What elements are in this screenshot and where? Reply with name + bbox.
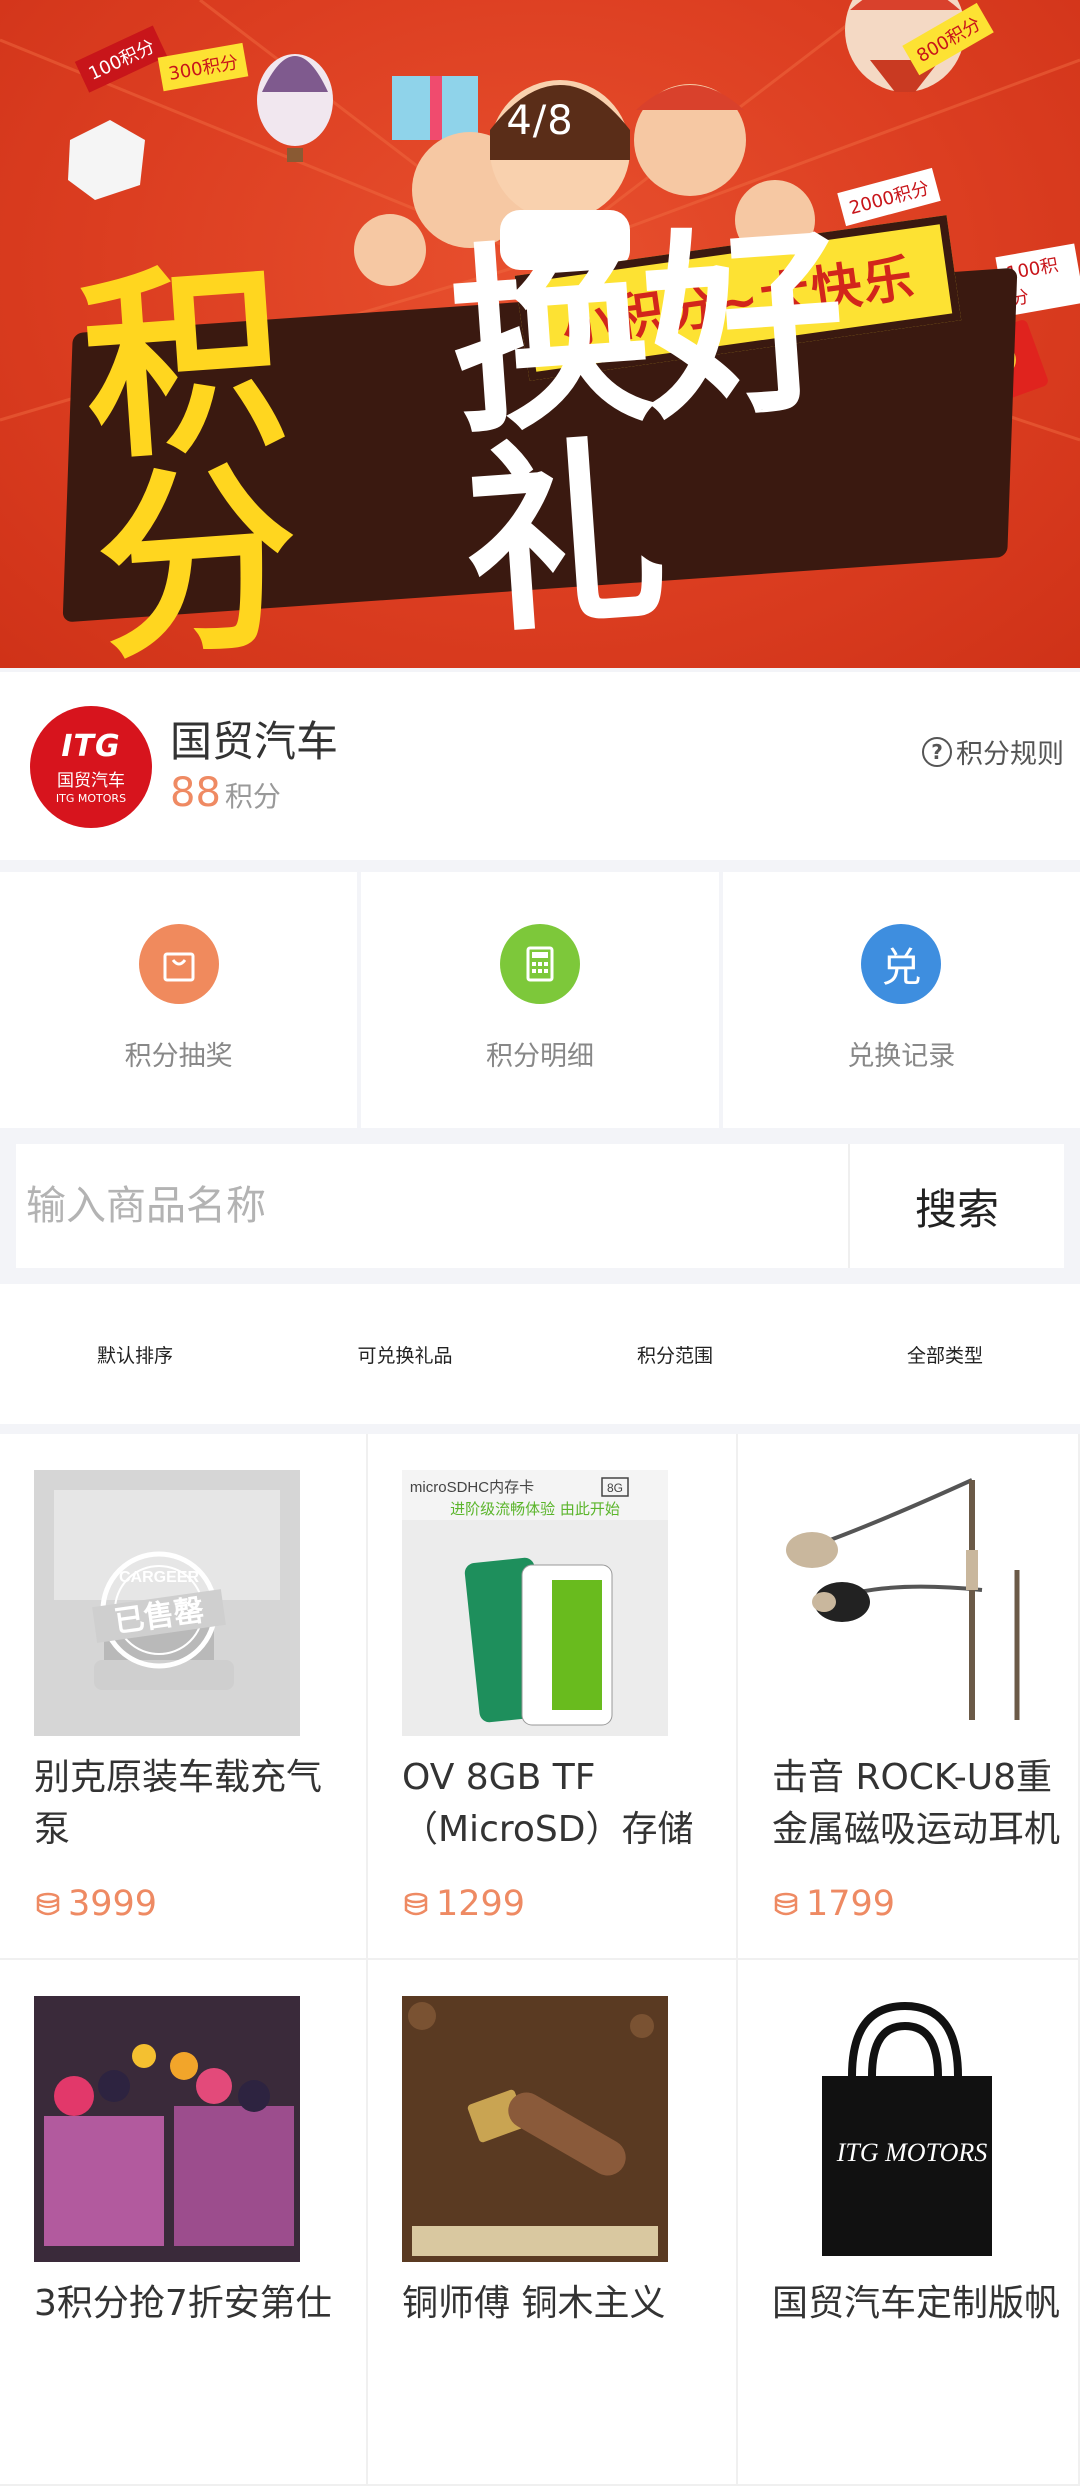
question-icon: ? [922, 736, 952, 767]
product-grid: CARGEER 已售罄 别克原装车载充气泵 3999 microSDHC内存卡 … [0, 1434, 1080, 2486]
product-card[interactable]: CARGEER 已售罄 别克原装车载充气泵 3999 [0, 1434, 368, 1960]
product-card[interactable]: 击音 ROCK-U8重金属磁吸运动耳机 1799 [738, 1434, 1080, 1960]
logo-cn-text: 国贸汽车 [57, 771, 125, 791]
shortcut-label: 积分抽奖 [124, 1041, 233, 1072]
search-button[interactable]: 搜索 [848, 1144, 1064, 1268]
image-brand: ITG MOTORS [836, 2138, 987, 2167]
stamp-brand: CARGEER [119, 1569, 199, 1586]
product-title: 3积分抢7折安第仕 [34, 2283, 332, 2324]
points-rules-label: 积分规则 [956, 739, 1064, 770]
carousel-counter: 4/8 [506, 98, 574, 144]
price-value: 1299 [436, 1884, 526, 1924]
banner-headline: 积分 换好礼 [76, 203, 1018, 668]
product-card[interactable]: 3积分抢7折安第仕 [0, 1960, 368, 2486]
shortcut-row: 积分抽奖 积分明细 兑 兑换记录 [0, 872, 1080, 1128]
points-rules-link[interactable]: ? 积分规则 [922, 732, 1064, 771]
image-tagline: 进阶级流畅体验 由此开始 [450, 1500, 620, 1518]
exchange-icon: 兑 [861, 924, 942, 1004]
filter-default-sort[interactable]: 默认排序 [0, 1341, 270, 1368]
shortcut-label: 积分明细 [485, 1041, 594, 1072]
search-bar: 搜索 [16, 1144, 1064, 1268]
product-title: 击音 ROCK-U8重金属磁吸运动耳机 [772, 1757, 1061, 1850]
shortcut-label: 兑换记录 [847, 1041, 956, 1072]
shortcut-exchange-record[interactable]: 兑 兑换记录 [722, 872, 1080, 1128]
product-title: 国贸汽车定制版帆 [772, 2283, 1061, 2324]
image-caption: microSDHC内存卡 [410, 1479, 534, 1496]
product-title: OV 8GB TF（MicroSD）存储卡 [402, 1757, 694, 1850]
coin-icon [774, 1892, 798, 1916]
product-image-tote-bag: ITG MOTORS [772, 1996, 1038, 2262]
product-card[interactable]: 铜师傅 铜木主义 [368, 1960, 738, 2486]
product-price: 1799 [772, 1884, 895, 1924]
coin-icon [404, 1892, 428, 1916]
logo-mark: ITG [61, 729, 121, 764]
product-card[interactable]: ITG MOTORS 国贸汽车定制版帆 [738, 1960, 1080, 2486]
store-header: ITG 国贸汽车 ITG MOTORS 国贸汽车 88 积分 ? 积分规则 [0, 672, 1080, 860]
product-price: 3999 [34, 1884, 157, 1924]
product-title: 别克原装车载充气泵 [34, 1757, 323, 1850]
price-value: 1799 [806, 1884, 896, 1924]
filter-all-types[interactable]: 全部类型 [810, 1341, 1080, 1368]
store-logo: ITG 国贸汽车 ITG MOTORS [30, 706, 152, 828]
shortcut-lottery[interactable]: 积分抽奖 [0, 872, 358, 1128]
headline-yellow: 积分 [75, 242, 300, 668]
calculator-icon [499, 924, 580, 1004]
product-image-berry-cake [34, 1996, 300, 2262]
product-price: 1299 [402, 1884, 525, 1924]
image-badge: 8G [607, 1481, 623, 1495]
shortcut-points-detail[interactable]: 积分明细 [361, 872, 719, 1128]
headline-white: 换好礼 [443, 202, 847, 662]
points-unit: 积分 [224, 780, 281, 813]
product-image-earphones [772, 1470, 1038, 1736]
filter-bar: 默认排序 可兑换礼品 积分范围 全部类型 [0, 1284, 1080, 1424]
logo-en-text: ITG MOTORS [55, 792, 127, 805]
product-title: 铜师傅 铜木主义 [402, 2283, 666, 2324]
points-value: 88 [170, 770, 221, 816]
promo-banner[interactable]: 100积分 300积分 800积分 2000积分 100积分 小积分~大快乐 积… [0, 0, 1080, 668]
product-card[interactable]: microSDHC内存卡 8G 进阶级流畅体验 由此开始 OV 8GB TF（M… [368, 1434, 738, 1960]
store-name: 国贸汽车 [170, 717, 339, 766]
product-image-wooden-hammer [402, 1996, 668, 2262]
bag-icon [138, 924, 219, 1004]
product-image-air-pump: CARGEER 已售罄 [34, 1470, 300, 1736]
product-image-microsd: microSDHC内存卡 8G 进阶级流畅体验 由此开始 [402, 1470, 668, 1736]
coin-icon [36, 1892, 60, 1916]
search-input[interactable] [16, 1144, 848, 1268]
filter-points-range[interactable]: 积分范围 [540, 1341, 810, 1368]
filter-redeemable[interactable]: 可兑换礼品 [270, 1341, 540, 1368]
points-balance: 88 积分 [170, 770, 281, 816]
price-value: 3999 [68, 1884, 158, 1924]
